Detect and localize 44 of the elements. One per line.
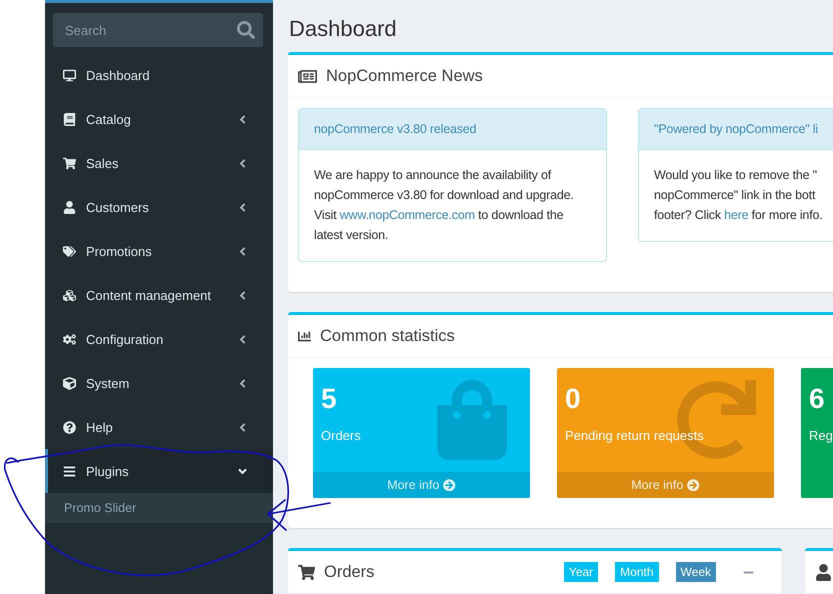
menu-item-icon [63,332,76,346]
stat-label: Pending return requests [565,428,704,443]
menu-item-icon [63,376,76,390]
cart-icon [298,564,315,580]
arrow-circle-right-icon [687,478,700,492]
menu-item-icon [63,244,76,258]
sidebar-item[interactable]: Plugins [45,449,273,493]
sidebar-item[interactable]: System [45,361,273,405]
sidebar-item[interactable]: Dashboard [45,53,273,97]
stat-label: Reg [809,428,833,443]
sidebar-item[interactable]: Catalog [45,97,273,141]
sidebar-item[interactable]: Content management [45,273,273,317]
sidebar-item[interactable]: Promotions [45,229,273,273]
news-text: We are happy to announce the availability of nopCommerce v3.80 for download and upgrade. Visit www.nopCommerce.com to download the latest version. [313,167,575,244]
box-title: Orders [324,562,376,582]
hand-drawn-arrow [267,499,331,531]
stat-value: 5 [321,382,337,416]
stat-value: 6 [809,382,825,416]
menu-item-icon [63,200,76,214]
sidebar-item[interactable]: Help [45,405,273,449]
menu-item-icon [63,420,76,434]
link[interactable]: here [724,208,748,222]
news-text: Would you like to remove the " nopCommerce" link in the bott footer? Click here for more info. [653,167,824,224]
user-icon [815,564,832,580]
search-icon [237,21,255,39]
box-title: NopCommerce News [326,66,483,86]
menu-item-icon [63,464,76,478]
page-title: Dashboard [289,16,398,42]
link[interactable]: www.nopCommerce.com [340,208,475,222]
range-button[interactable]: Week [676,562,716,582]
sidebar-item[interactable]: Customers [45,185,273,229]
bar-chart-icon [298,330,311,342]
search-field[interactable]: Search [53,13,263,47]
menu-item-icon [63,288,76,302]
arrow-circle-right-icon [443,478,456,492]
sidebar-item[interactable]: Sales [45,141,273,185]
sidebar-item[interactable]: Configuration [45,317,273,361]
menu-item-icon [63,112,76,126]
stat-value: 0 [565,382,581,416]
stat-label: Orders [321,428,361,443]
submenu-item[interactable]: Promo Slider [45,493,273,523]
box-title: Common statistics [320,326,455,346]
menu-item-icon [63,156,76,170]
menu-item-icon [63,68,76,82]
